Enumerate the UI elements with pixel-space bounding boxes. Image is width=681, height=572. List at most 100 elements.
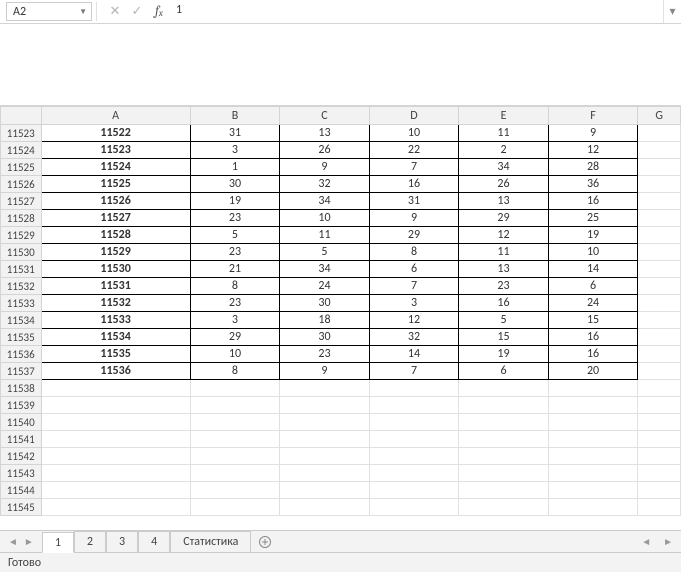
cell[interactable]: 12 bbox=[459, 227, 549, 244]
cell[interactable]: 19 bbox=[459, 346, 549, 363]
cell[interactable] bbox=[41, 397, 190, 414]
cell[interactable]: 18 bbox=[280, 312, 370, 329]
cell[interactable] bbox=[369, 448, 459, 465]
cell[interactable]: 13 bbox=[280, 125, 370, 142]
cell[interactable] bbox=[190, 397, 280, 414]
cell[interactable] bbox=[638, 125, 681, 142]
cell[interactable] bbox=[638, 448, 681, 465]
row-header[interactable]: 11539 bbox=[1, 397, 42, 414]
cell[interactable]: 26 bbox=[280, 142, 370, 159]
cell[interactable]: 11 bbox=[459, 125, 549, 142]
cell[interactable]: 11530 bbox=[41, 261, 190, 278]
cell[interactable] bbox=[41, 380, 190, 397]
cell[interactable]: 11536 bbox=[41, 363, 190, 380]
row-header[interactable]: 11533 bbox=[1, 295, 42, 312]
col-header-E[interactable]: E bbox=[459, 107, 549, 125]
cell[interactable] bbox=[190, 482, 280, 499]
cell[interactable]: 14 bbox=[548, 261, 638, 278]
row-header[interactable]: 11534 bbox=[1, 312, 42, 329]
cell[interactable]: 11524 bbox=[41, 159, 190, 176]
cell[interactable]: 11 bbox=[280, 227, 370, 244]
cell[interactable] bbox=[638, 380, 681, 397]
cell[interactable] bbox=[459, 482, 549, 499]
sheet-tab[interactable]: 1 bbox=[42, 532, 74, 553]
cell[interactable] bbox=[548, 397, 638, 414]
cell[interactable]: 1 bbox=[190, 159, 280, 176]
sheet-tab[interactable]: 4 bbox=[138, 531, 170, 552]
row-header[interactable]: 11527 bbox=[1, 193, 42, 210]
cell[interactable]: 24 bbox=[280, 278, 370, 295]
cell[interactable] bbox=[638, 142, 681, 159]
cell[interactable] bbox=[638, 295, 681, 312]
cell[interactable]: 31 bbox=[369, 193, 459, 210]
cell[interactable]: 8 bbox=[190, 363, 280, 380]
cell[interactable]: 6 bbox=[548, 278, 638, 295]
cell[interactable] bbox=[280, 414, 370, 431]
row-header[interactable]: 11530 bbox=[1, 244, 42, 261]
tab-next-icon[interactable]: ► bbox=[24, 535, 34, 548]
cell[interactable] bbox=[369, 397, 459, 414]
cell[interactable] bbox=[190, 448, 280, 465]
cell[interactable] bbox=[548, 465, 638, 482]
cell[interactable]: 11534 bbox=[41, 329, 190, 346]
cell[interactable] bbox=[638, 346, 681, 363]
cell[interactable] bbox=[41, 465, 190, 482]
cell[interactable]: 12 bbox=[548, 142, 638, 159]
cell[interactable] bbox=[459, 414, 549, 431]
cell[interactable] bbox=[548, 380, 638, 397]
cell[interactable]: 31 bbox=[190, 125, 280, 142]
cell[interactable]: 5 bbox=[280, 244, 370, 261]
cell[interactable] bbox=[280, 397, 370, 414]
row-header[interactable]: 11544 bbox=[1, 482, 42, 499]
accept-formula-icon[interactable]: ✓ bbox=[126, 0, 148, 23]
cell[interactable] bbox=[638, 244, 681, 261]
cell[interactable] bbox=[638, 431, 681, 448]
cell[interactable]: 19 bbox=[548, 227, 638, 244]
cell[interactable]: 32 bbox=[369, 329, 459, 346]
cell[interactable]: 11532 bbox=[41, 295, 190, 312]
cell[interactable]: 7 bbox=[369, 363, 459, 380]
row-header[interactable]: 11541 bbox=[1, 431, 42, 448]
cell[interactable] bbox=[41, 414, 190, 431]
cell[interactable]: 32 bbox=[280, 176, 370, 193]
scroll-left-icon[interactable]: ◄ bbox=[641, 535, 651, 548]
cell[interactable]: 8 bbox=[190, 278, 280, 295]
cell[interactable]: 7 bbox=[369, 159, 459, 176]
cell[interactable]: 30 bbox=[280, 329, 370, 346]
cell[interactable]: 11528 bbox=[41, 227, 190, 244]
cell[interactable]: 23 bbox=[190, 210, 280, 227]
cell[interactable] bbox=[638, 210, 681, 227]
tab-prev-icon[interactable]: ◄ bbox=[8, 535, 18, 548]
cell[interactable] bbox=[638, 482, 681, 499]
col-header-G[interactable]: G bbox=[638, 107, 681, 125]
cell[interactable]: 34 bbox=[280, 193, 370, 210]
cell[interactable] bbox=[369, 380, 459, 397]
cell[interactable]: 16 bbox=[548, 346, 638, 363]
sheet-tab[interactable]: Статистика bbox=[170, 531, 251, 552]
cell[interactable]: 29 bbox=[369, 227, 459, 244]
cell[interactable]: 8 bbox=[369, 244, 459, 261]
cell[interactable]: 28 bbox=[548, 159, 638, 176]
cell[interactable] bbox=[190, 431, 280, 448]
cell[interactable]: 23 bbox=[459, 278, 549, 295]
cell[interactable]: 34 bbox=[459, 159, 549, 176]
cell[interactable] bbox=[548, 448, 638, 465]
cell[interactable]: 23 bbox=[190, 295, 280, 312]
cell[interactable]: 2 bbox=[459, 142, 549, 159]
cell[interactable] bbox=[548, 499, 638, 516]
cell[interactable]: 29 bbox=[459, 210, 549, 227]
cell[interactable]: 16 bbox=[548, 329, 638, 346]
cell[interactable]: 21 bbox=[190, 261, 280, 278]
sheet-tab[interactable]: 2 bbox=[74, 531, 106, 552]
cell[interactable]: 19 bbox=[190, 193, 280, 210]
row-header[interactable]: 11538 bbox=[1, 380, 42, 397]
cell[interactable] bbox=[280, 380, 370, 397]
cell[interactable]: 23 bbox=[190, 244, 280, 261]
row-header[interactable]: 11535 bbox=[1, 329, 42, 346]
cell[interactable] bbox=[638, 312, 681, 329]
cell[interactable] bbox=[190, 465, 280, 482]
cell[interactable]: 11533 bbox=[41, 312, 190, 329]
cell[interactable]: 10 bbox=[548, 244, 638, 261]
cell[interactable]: 5 bbox=[190, 227, 280, 244]
cell[interactable]: 12 bbox=[369, 312, 459, 329]
